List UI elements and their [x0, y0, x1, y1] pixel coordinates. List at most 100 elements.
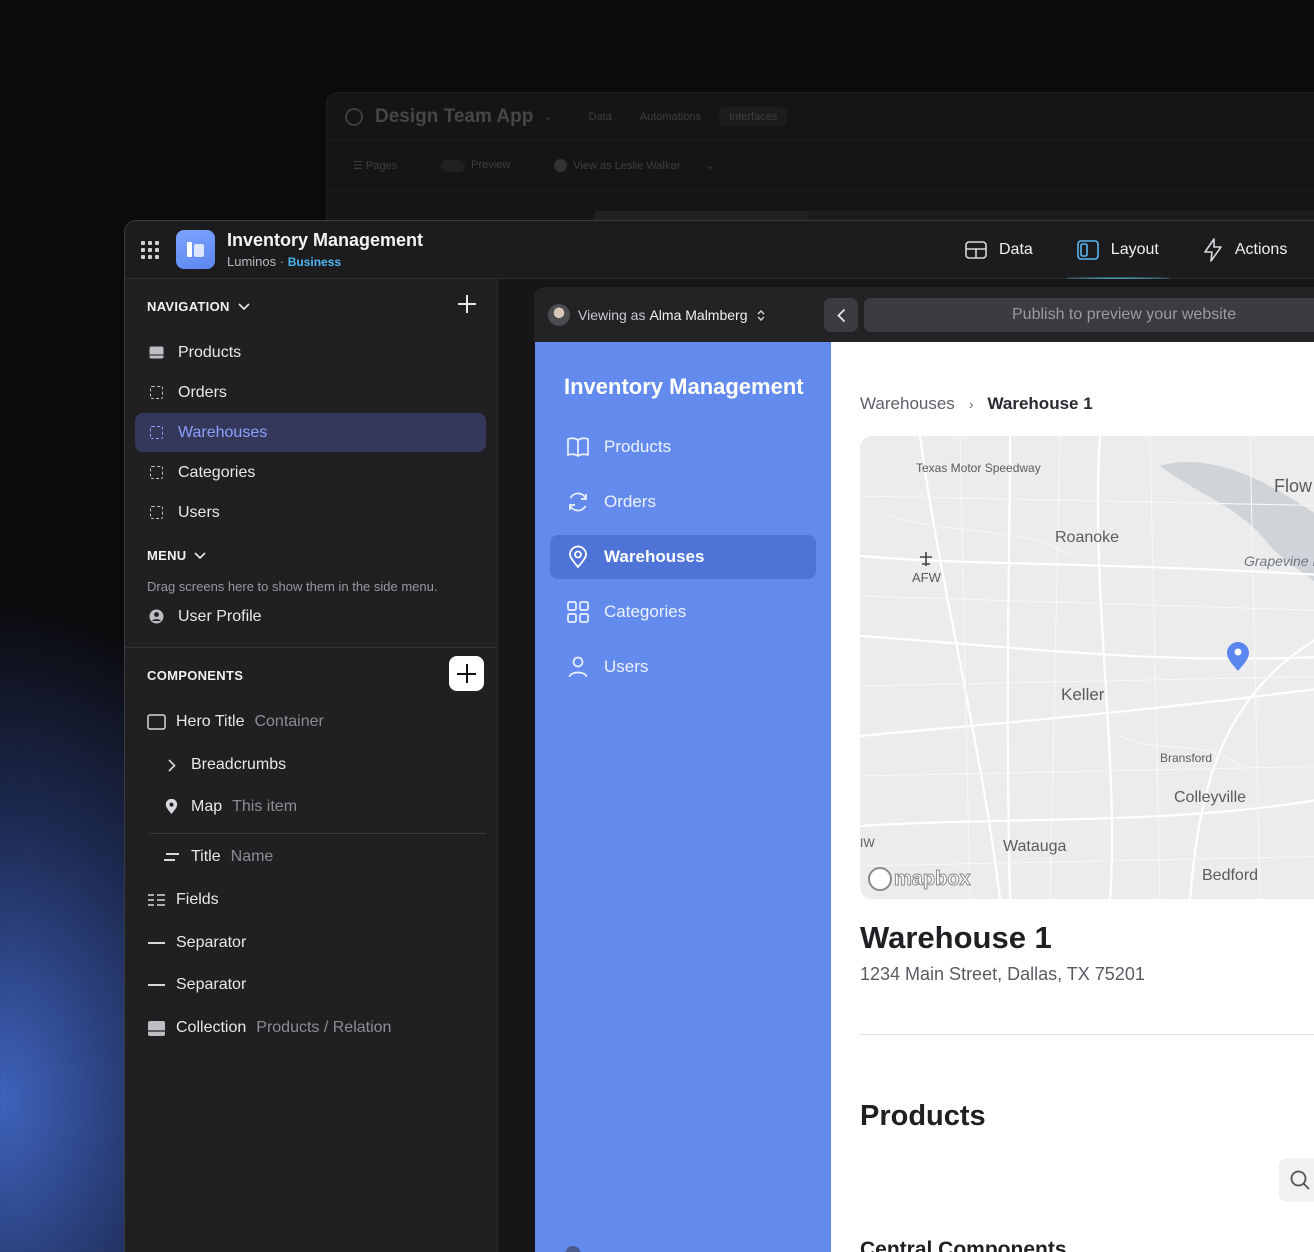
top-tabs: Data Layout Actions — [965, 221, 1314, 280]
back-button[interactable] — [824, 298, 858, 332]
app-org-line: Luminos · Business — [227, 254, 342, 269]
table-icon — [149, 345, 164, 360]
map-roads — [860, 436, 1314, 899]
menu-item-label: User Profile — [178, 607, 262, 625]
component-fields[interactable]: Fields — [147, 891, 219, 909]
navigation-heading[interactable]: NAVIGATION — [147, 299, 250, 314]
nav-item-products[interactable]: Products — [135, 333, 486, 372]
section-divider — [125, 647, 498, 648]
site-nav-categories[interactable]: Categories — [550, 590, 816, 634]
background-app-title: Design Team App — [375, 105, 534, 127]
component-separator[interactable]: Separator — [147, 976, 246, 994]
site-title: Inventory Management — [564, 374, 804, 399]
component-map[interactable]: Map This item — [162, 798, 297, 816]
component-hero-title[interactable]: Hero Title Container — [147, 713, 324, 731]
app-grid-icon[interactable] — [141, 240, 159, 259]
component-sublabel: This item — [232, 798, 298, 815]
location-pin-icon — [569, 545, 587, 569]
nav-item-warehouses[interactable]: Warehouses — [135, 413, 486, 452]
component-label: Fields — [176, 891, 219, 908]
compass-icon — [345, 107, 363, 126]
component-collection[interactable]: Collection Products / Relation — [147, 1019, 391, 1037]
component-sublabel: Name — [230, 848, 274, 865]
tab-actions[interactable]: Actions — [1203, 238, 1287, 262]
warehouse-title: Warehouse 1 — [860, 920, 1052, 955]
content-divider — [860, 1034, 1314, 1035]
menu-heading[interactable]: MENU — [147, 548, 207, 563]
site-nav-users[interactable]: Users — [550, 645, 816, 689]
background-tab-automations: Automations — [639, 110, 701, 123]
collection-icon — [147, 1020, 166, 1037]
map-label-bedford: Bedford — [1202, 867, 1259, 884]
subsection-heading: Central Components — [860, 1238, 1067, 1252]
site-preview: Inventory Management Products Orders War… — [535, 342, 1314, 1252]
container-icon — [147, 714, 166, 730]
site-nav-orders[interactable]: Orders — [550, 480, 816, 524]
nav-item-label: Orders — [178, 383, 227, 401]
refresh-icon — [569, 492, 587, 512]
background-preview: Preview — [441, 159, 532, 172]
map-label-keller: Keller — [1061, 685, 1105, 704]
view-as-selector[interactable]: Viewing as Alma Malmberg — [548, 304, 765, 326]
nav-item-users[interactable]: Users — [135, 493, 486, 532]
builder-window: Inventory Management Luminos · Business … — [124, 220, 1314, 1252]
app-org: Luminos — [227, 254, 277, 269]
nav-item-label: Categories — [178, 463, 256, 481]
nav-item-label: Users — [178, 503, 220, 521]
user-icon — [568, 656, 588, 678]
menu-heading-label: MENU — [147, 548, 187, 563]
map-label-roanoke: Roanoke — [1055, 529, 1120, 546]
map-marker — [1227, 642, 1249, 671]
component-separator[interactable]: Separator — [147, 934, 246, 952]
background-pages-label: Pages — [365, 160, 398, 172]
chevron-left-icon — [836, 308, 845, 322]
navigation-heading-label: NAVIGATION — [147, 299, 230, 314]
table-icon — [965, 241, 987, 259]
add-component-button[interactable] — [449, 656, 484, 691]
menu-item-user-profile[interactable]: User Profile — [135, 597, 486, 636]
tab-data[interactable]: Data — [965, 241, 1033, 259]
chevron-right-icon — [162, 758, 181, 772]
map[interactable]: Texas Motor Speedway Flow Roanoke AFW Gr… — [860, 436, 1314, 899]
background-pages: ☰ Pages — [353, 160, 398, 172]
top-bar: Inventory Management Luminos · Business … — [125, 221, 1314, 280]
chevron-down-icon — [238, 302, 250, 310]
site-nav-products[interactable]: Products — [550, 425, 816, 469]
component-title[interactable]: Title Name — [162, 848, 273, 866]
search-button[interactable] — [1279, 1158, 1314, 1202]
breadcrumb-warehouses[interactable]: Warehouses — [860, 394, 955, 414]
map-label-watauga: Watauga — [1003, 838, 1067, 855]
site-nav-label: Users — [604, 657, 649, 676]
component-label: Title — [191, 848, 221, 865]
site-nav-label: Warehouses — [604, 547, 705, 566]
components-heading-label: COMPONENTS — [147, 668, 244, 683]
add-screen-button[interactable] — [456, 293, 478, 315]
tab-layout[interactable]: Layout — [1066, 240, 1169, 280]
background-preview-label: Preview — [471, 159, 511, 172]
mapbox-logo: mapbox — [868, 867, 971, 891]
location-pin-icon — [162, 799, 181, 815]
products-heading: Products — [860, 1100, 986, 1132]
lightning-icon — [1204, 238, 1222, 262]
nav-item-categories[interactable]: Categories — [135, 453, 486, 492]
screen-icon — [149, 465, 164, 480]
text-icon — [162, 852, 181, 862]
preview-url-field[interactable]: Publish to preview your website — [864, 298, 1314, 332]
book-icon — [567, 437, 589, 457]
map-label-bransford: Bransford — [1160, 751, 1213, 765]
avatar — [554, 159, 568, 173]
chevron-updown-icon — [757, 309, 765, 321]
site-sidebar: Inventory Management Products Orders War… — [535, 342, 831, 1252]
site-nav-label: Categories — [604, 602, 687, 621]
component-label: Separator — [176, 934, 247, 951]
map-label-iw: IW — [860, 836, 875, 850]
app-logo — [176, 230, 215, 269]
nav-item-orders[interactable]: Orders — [135, 373, 486, 412]
app-meta: Inventory Management Luminos · Business — [227, 230, 423, 269]
tab-data-label: Data — [999, 241, 1033, 258]
tab-layout-label: Layout — [1110, 241, 1159, 258]
component-breadcrumbs[interactable]: Breadcrumbs — [162, 756, 286, 774]
site-nav-label: Orders — [604, 492, 656, 511]
chevron-down-icon — [194, 551, 207, 559]
site-nav-warehouses[interactable]: Warehouses — [550, 535, 816, 579]
